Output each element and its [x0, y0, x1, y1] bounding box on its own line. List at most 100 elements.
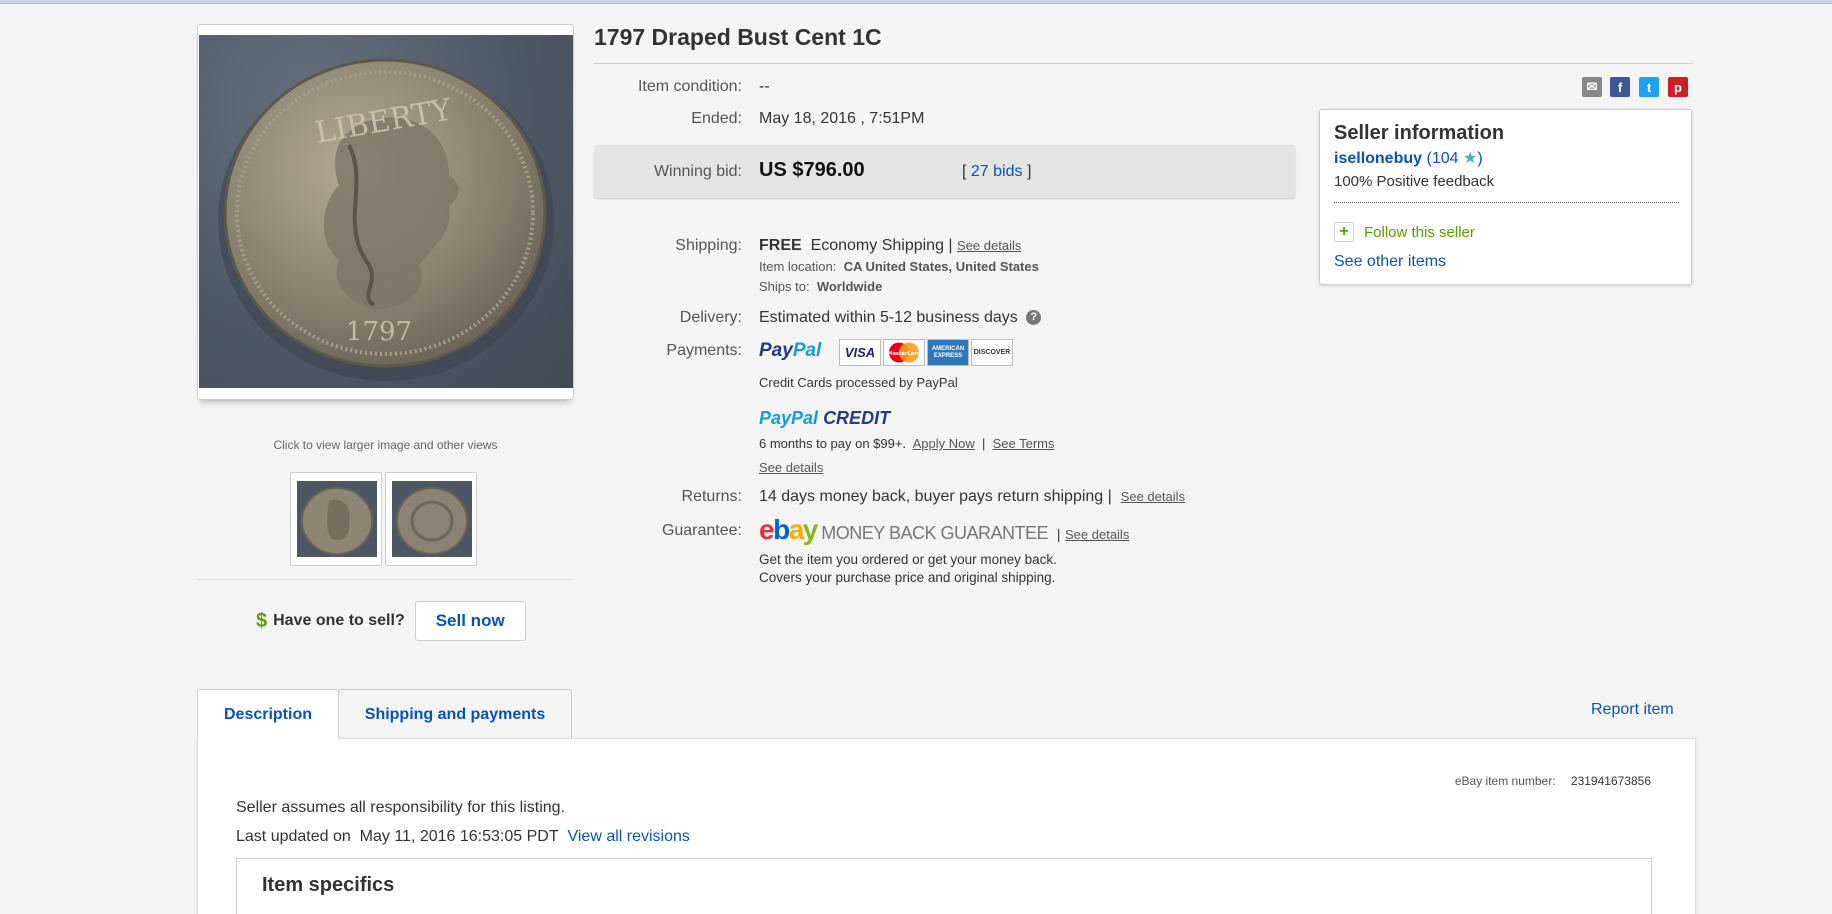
paypal-logo-pay: Pay	[759, 340, 793, 361]
seller-info-box: Seller information isellonebuy (104 ★) 1…	[1319, 109, 1692, 285]
credit-card-note: Credit Cards processed by PayPal	[759, 375, 958, 390]
condition-value: --	[759, 78, 770, 95]
item-location-value: CA United States, United States	[843, 259, 1039, 274]
report-item-link[interactable]: Report item	[1591, 701, 1674, 719]
payments-label: Payments:	[666, 342, 742, 359]
sell-prompt: $ Have one to sell? Sell now	[256, 601, 526, 641]
description-panel: eBay item number: 231941673856 Seller as…	[197, 738, 1696, 914]
condition-label: Item condition:	[637, 78, 742, 95]
thumbnail-reverse[interactable]	[385, 472, 477, 566]
ended-value: May 18, 2016 , 7:51PM	[759, 110, 925, 127]
dollar-icon: $	[256, 609, 268, 632]
winning-bid-value: US $796.00	[759, 159, 865, 181]
seller-feedback-score[interactable]: 104	[1432, 150, 1459, 167]
item-number-label: eBay item number:	[1454, 774, 1556, 788]
winning-bid-label: Winning bid:	[653, 163, 742, 180]
ebay-logo-b: b	[773, 514, 790, 545]
follow-seller-link[interactable]: Follow this seller	[1364, 224, 1475, 241]
twitter-share-icon[interactable]: t	[1639, 77, 1659, 97]
email-share-icon[interactable]: ✉	[1582, 77, 1602, 97]
follow-plus-icon[interactable]: +	[1334, 222, 1354, 242]
mastercard-label: MasterCard	[888, 351, 921, 357]
ebay-logo-a: a	[788, 514, 805, 545]
view-revisions-link[interactable]: View all revisions	[567, 828, 689, 845]
amex-card-icon: AMERICAN EXPRESS	[927, 339, 969, 366]
last-updated-label: Last updated on	[236, 828, 351, 845]
mastercard-circles: MasterCard	[888, 342, 921, 363]
ships-to-value: Worldwide	[816, 279, 883, 294]
listing-title: 1797 Draped Bust Cent 1C	[594, 24, 882, 50]
help-icon[interactable]: ?	[1026, 310, 1042, 326]
credit-separator: |	[981, 436, 986, 451]
see-other-items-link[interactable]: See other items	[1334, 253, 1446, 271]
delivery-label: Delivery:	[679, 309, 742, 326]
thumbnail-obverse[interactable]	[290, 472, 382, 566]
seller-username-link[interactable]: isellonebuy	[1334, 150, 1422, 167]
paypal-logo-pal: Pal	[792, 340, 822, 361]
mastercard-icon: MasterCard	[883, 339, 925, 366]
facebook-share-icon[interactable]: f	[1610, 77, 1630, 97]
guarantee-line-2: Covers your purchase price and original …	[759, 570, 1056, 585]
credit-see-details-link[interactable]: See details	[759, 460, 823, 475]
paypal-credit-logo-paypal: PayPal	[759, 408, 819, 428]
ships-to: Ships to: Worldwide	[759, 279, 882, 294]
item-specifics-heading: Item specifics	[262, 874, 395, 896]
main-coin-image[interactable]: LIBERTY 1797	[199, 35, 573, 388]
title-divider	[594, 63, 1693, 64]
pinterest-share-icon[interactable]: p	[1668, 77, 1688, 97]
browser-top-bar	[0, 0, 1832, 4]
paypal-credit-logo-credit: CREDIT	[823, 408, 891, 428]
coin-photo-svg: LIBERTY 1797	[218, 58, 554, 381]
ships-to-label: Ships to:	[759, 279, 810, 294]
tab-shipping-payments[interactable]: Shipping and payments	[338, 689, 572, 739]
sell-now-button[interactable]: Sell now	[414, 601, 526, 641]
returns-see-details-link[interactable]: See details	[1121, 489, 1185, 504]
seller-score-close: )	[1477, 150, 1483, 167]
shipping-see-details-link[interactable]: See details	[957, 238, 1021, 253]
bid-count: [ 27 bids ]	[962, 163, 1031, 181]
returns-policy: 14 days money back, buyer pays return sh…	[759, 488, 1112, 505]
guarantee-label: Guarantee:	[661, 522, 742, 539]
returns-value: 14 days money back, buyer pays return sh…	[759, 488, 1185, 506]
bids-link[interactable]: 27 bids	[971, 163, 1023, 180]
shipping-method: Economy Shipping |	[810, 237, 953, 254]
ebay-logo-e: e	[759, 514, 775, 545]
bids-bracket-close: ]	[1026, 163, 1032, 180]
tab-description[interactable]: Description	[197, 689, 339, 739]
visa-card-icon: VISA	[839, 339, 881, 366]
ended-label: Ended:	[691, 110, 742, 127]
shipping-free: FREE	[759, 237, 802, 254]
item-number-value: 231941673856	[1570, 774, 1651, 788]
last-updated-value: May 11, 2016 16:53:05 PDT	[359, 828, 559, 845]
delivery-estimate: Estimated within 5-12 business days	[759, 309, 1018, 326]
paypal-credit-logo: PayPal CREDIT	[759, 408, 890, 429]
paypal-credit-terms: 6 months to pay on $99+. Apply Now | See…	[759, 436, 1055, 451]
image-caption: Click to view larger image and other vie…	[273, 438, 498, 452]
thumbnail-reverse-image	[396, 487, 468, 555]
guarantee-see-details-link[interactable]: See details	[1065, 527, 1129, 542]
last-updated: Last updated on May 11, 2016 16:53:05 PD…	[236, 828, 690, 846]
seller-divider	[1334, 202, 1679, 203]
main-image-frame[interactable]: LIBERTY 1797	[197, 24, 574, 400]
seller-username-row: isellonebuy (104 ★)	[1334, 148, 1483, 168]
guarantee-separator: |	[1056, 526, 1061, 542]
returns-label: Returns:	[681, 488, 742, 505]
see-terms-link[interactable]: See Terms	[993, 436, 1055, 451]
discover-card-icon: DISCOVER	[971, 339, 1013, 366]
bids-bracket-open: [	[962, 163, 967, 180]
credit-terms-text: 6 months to pay on $99+.	[759, 436, 907, 451]
credit-see-details-row: See details	[759, 459, 823, 477]
seller-info-heading: Seller information	[1334, 122, 1505, 144]
left-divider	[197, 579, 572, 580]
seller-responsibility-text: Seller assumes all responsibility for th…	[236, 799, 566, 816]
star-icon: ★	[1462, 150, 1478, 167]
shipping-value: FREE Economy Shipping | See details	[759, 237, 1021, 255]
thumbnail-obverse-image	[301, 487, 373, 555]
winning-bid-box: Winning bid: US $796.00 [ 27 bids ]	[594, 145, 1295, 198]
guarantee-line-1: Get the item you ordered or get your mon…	[759, 552, 1057, 567]
ebay-logo-y: y	[802, 514, 819, 545]
ebay-item-number: eBay item number: 231941673856	[1455, 774, 1651, 788]
apply-now-link[interactable]: Apply Now	[913, 436, 975, 451]
mbg-text: MONEY BACK GUARANTEE	[821, 523, 1049, 543]
shipping-label: Shipping:	[675, 237, 742, 254]
